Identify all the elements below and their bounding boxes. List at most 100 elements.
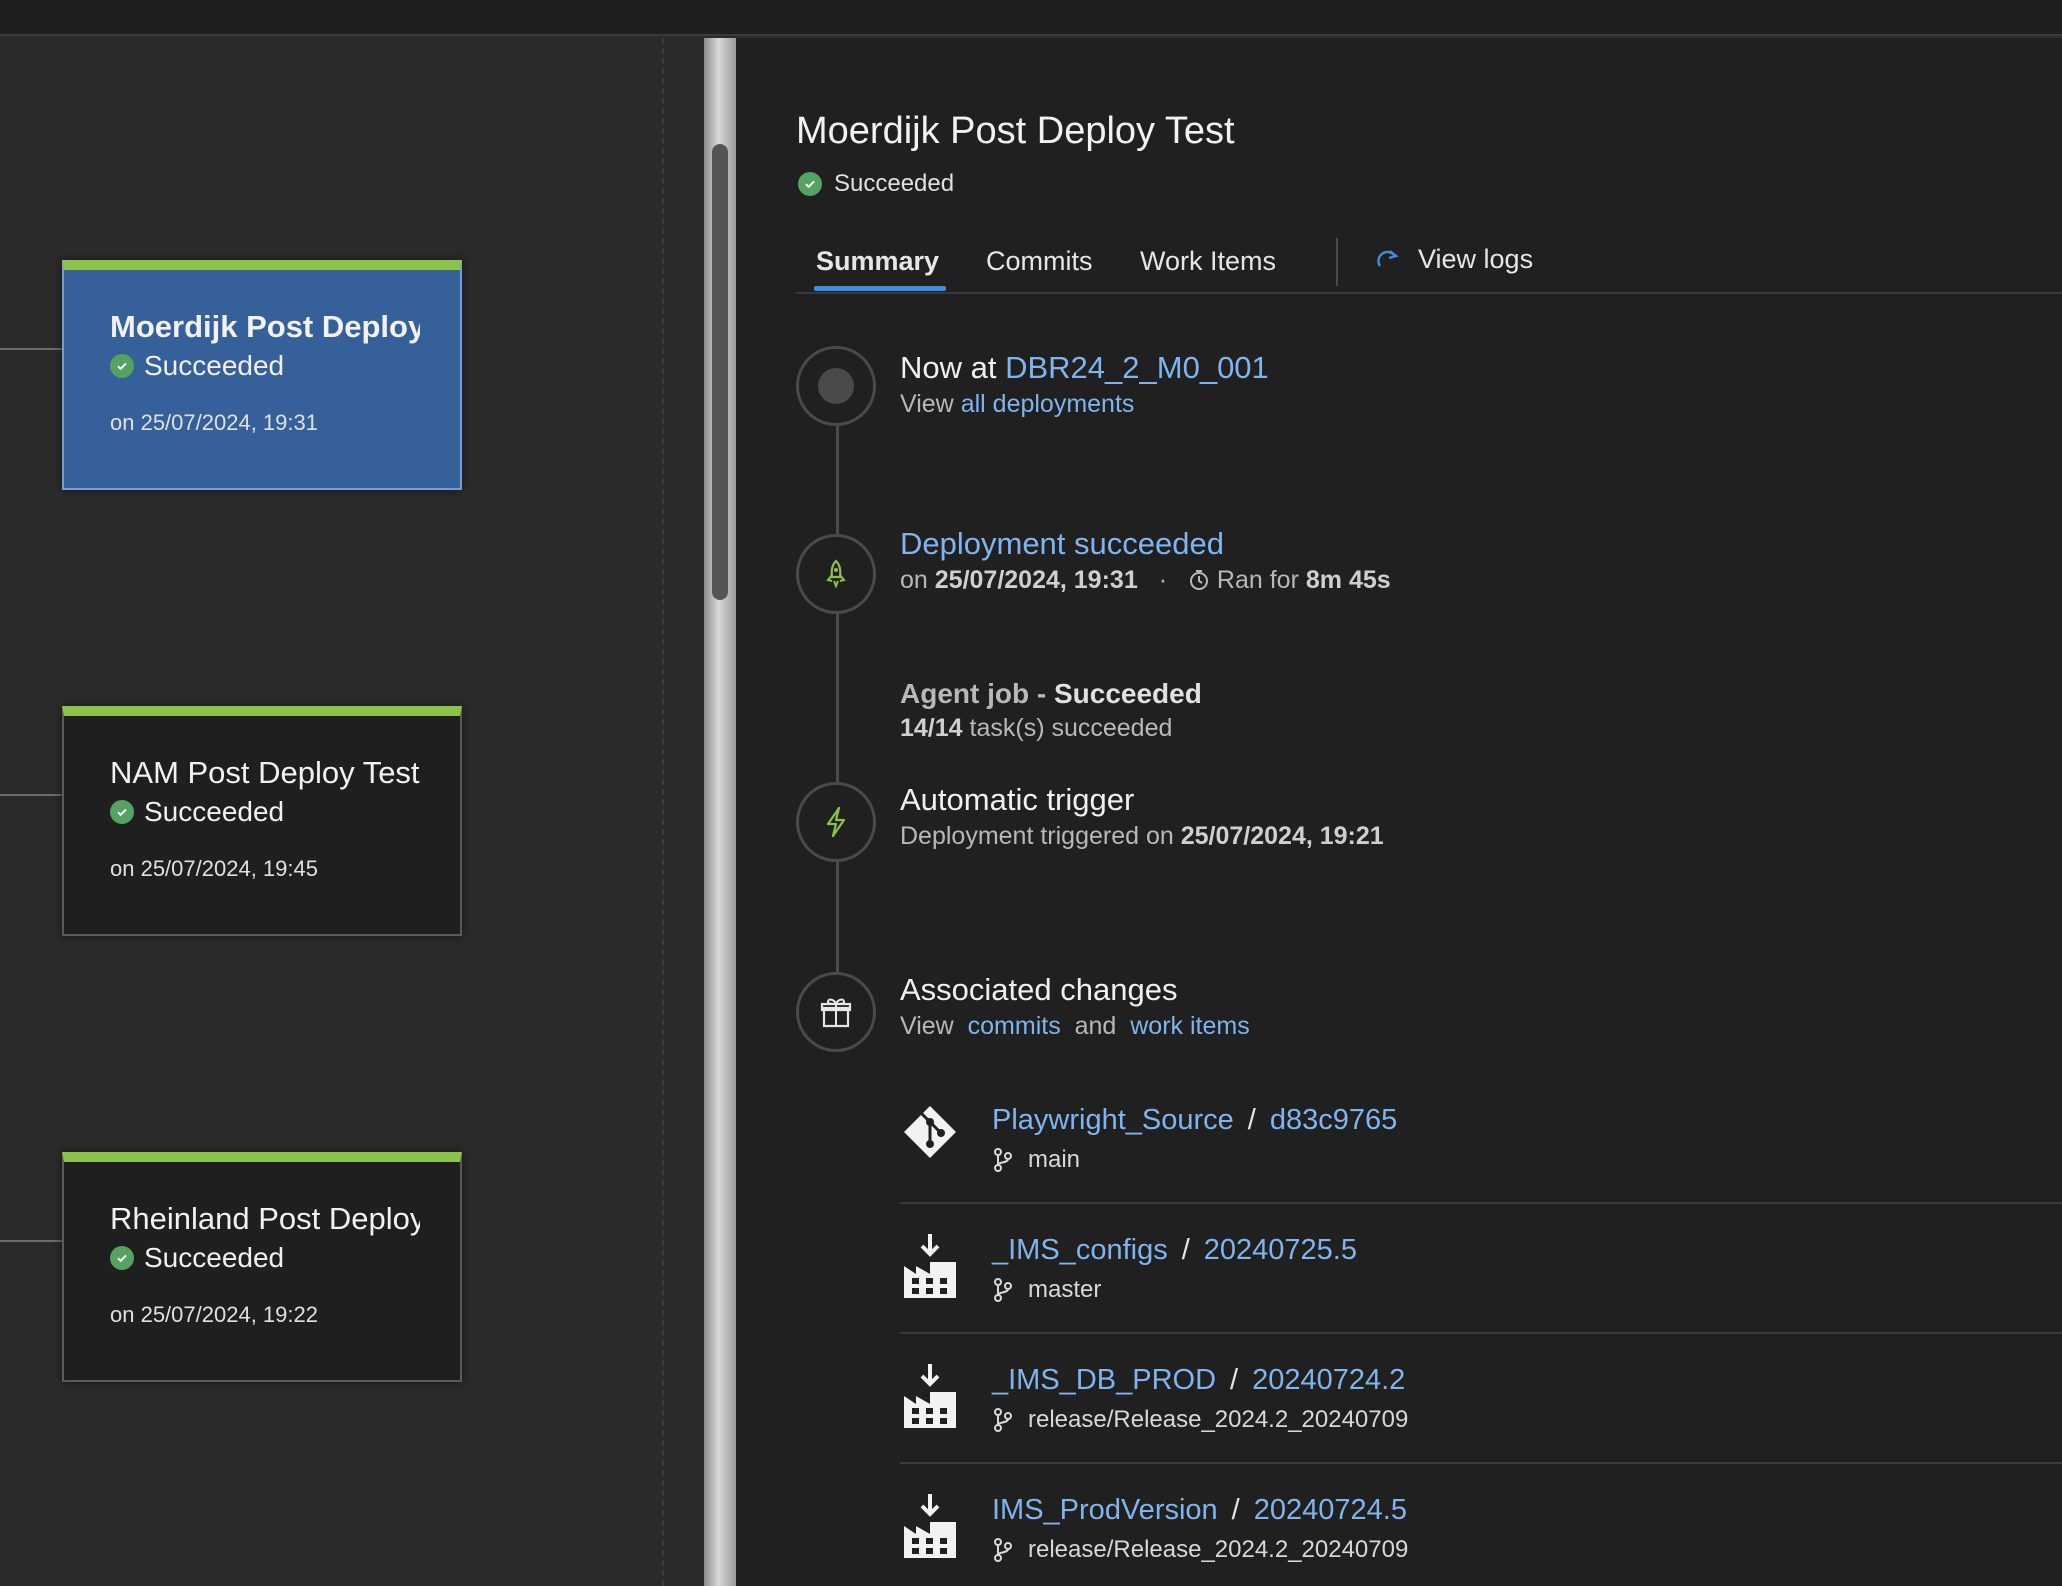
current-dot-icon: [818, 368, 854, 404]
branch-icon: [994, 1278, 1012, 1302]
artifact-version-link[interactable]: d83c9765: [1270, 1104, 1397, 1136]
stage-card-rheinland[interactable]: Rheinland Post Deploy Test Succeeded on …: [62, 1152, 462, 1382]
artifact-branch: release/Release_2024.2_20240709: [1028, 1536, 1409, 1563]
timeline-line: [836, 418, 839, 1018]
artifact-name-link[interactable]: IMS_ProdVersion: [992, 1494, 1218, 1526]
success-check-icon: [110, 1246, 134, 1270]
timeline-node-trigger: [796, 782, 876, 862]
stage-title: NAM Post Deploy Test: [110, 755, 420, 790]
panel-status: Succeeded: [798, 170, 954, 198]
work-items-link[interactable]: work items: [1130, 1012, 1249, 1040]
timeline-node-now: [796, 346, 876, 426]
branch-icon: [994, 1538, 1012, 1562]
deployment-title-link[interactable]: Deployment succeeded: [900, 526, 1391, 562]
redo-arrow-icon: [1377, 249, 1399, 267]
stage-connector: [0, 1240, 62, 1242]
stage-connector: [0, 348, 62, 350]
branch-icon: [994, 1148, 1012, 1172]
artifact-version-link[interactable]: 20240724.5: [1254, 1494, 1407, 1526]
stage-status-label: Succeeded: [144, 350, 285, 381]
stage-status: Succeeded: [110, 1242, 416, 1274]
artifact-branch: master: [1028, 1276, 1102, 1303]
stage-card-moerdijk[interactable]: Moerdijk Post Deploy Test Succeeded on 2…: [62, 260, 462, 490]
lightning-icon: [826, 806, 846, 838]
pipeline-canvas: Moerdijk Post Deploy Test Succeeded on 2…: [0, 38, 704, 1586]
artifact-row: _IMS_DB_PROD/20240724.2 release/Release_…: [900, 1334, 2062, 1464]
view-label: View: [900, 390, 954, 418]
success-check-icon: [110, 800, 134, 824]
timer-icon: [1189, 570, 1208, 590]
scrollbar-thumb[interactable]: [712, 144, 728, 600]
top-bar: [0, 0, 2062, 36]
all-deployments-link[interactable]: all deployments: [961, 390, 1135, 418]
success-check-icon: [798, 172, 822, 196]
timeline-node-changes: [796, 972, 876, 1052]
artifact-branch: release/Release_2024.2_20240709: [1028, 1406, 1409, 1433]
tab-summary[interactable]: Summary: [816, 246, 939, 277]
trigger-title: Automatic trigger: [900, 782, 1135, 817]
view-logs-label: View logs: [1418, 244, 1534, 274]
artifact-row: Playwright_Source / d83c9765 main: [900, 1074, 2062, 1204]
on-label: on: [900, 566, 928, 594]
view-label: View: [900, 1012, 954, 1040]
stage-date: on 25/07/2024, 19:45: [110, 856, 318, 881]
canvas-divider: [662, 38, 664, 1586]
stage-details-panel: Moerdijk Post Deploy Test Succeeded Summ…: [736, 38, 2062, 1586]
tab-work-items[interactable]: Work Items: [1140, 246, 1276, 277]
timeline-node-deployment: [796, 534, 876, 614]
stage-status: Succeeded: [110, 796, 416, 828]
build-artifact-icon: [904, 1364, 956, 1428]
deployment-section: Deployment succeeded on 25/07/2024, 19:3…: [900, 526, 1391, 594]
stage-status-label: Succeeded: [144, 1242, 285, 1273]
tab-separator: [1336, 238, 1338, 286]
ran-for-label: Ran for: [1216, 566, 1299, 594]
rocket-icon: [826, 559, 846, 589]
stage-title: Rheinland Post Deploy Test: [110, 1201, 420, 1236]
stage-status: Succeeded: [110, 350, 416, 382]
release-link[interactable]: DBR24_2_M0_001: [1005, 350, 1269, 385]
panel-status-label: Succeeded: [834, 170, 955, 197]
tab-bar: Summary Commits Work Items View logs: [796, 234, 2062, 294]
duration: 8m 45s: [1305, 566, 1391, 594]
artifact-version-link[interactable]: 20240725.5: [1204, 1234, 1357, 1266]
stage-date: on 25/07/2024, 19:31: [110, 410, 318, 435]
now-at-section: Now at DBR24_2_M0_001 View all deploymen…: [900, 350, 1269, 419]
changes-title: Associated changes: [900, 972, 1178, 1007]
artifact-branch: main: [1028, 1146, 1081, 1173]
agent-job-label: Agent job -: [900, 678, 1054, 709]
gift-icon: [820, 998, 852, 1028]
active-tab-indicator: [814, 286, 946, 291]
panel-title: Moerdijk Post Deploy Test: [796, 110, 1235, 152]
task-count: 14/14: [900, 714, 963, 742]
stage-status-label: Succeeded: [144, 796, 285, 827]
branch-icon: [994, 1408, 1012, 1432]
view-logs-button[interactable]: View logs: [1374, 244, 1533, 275]
stage-card-nam[interactable]: NAM Post Deploy Test Succeeded on 25/07/…: [62, 706, 462, 936]
artifact-row: IMS_ProdVersion/20240724.5 release/Relea…: [900, 1464, 2062, 1586]
agent-job-section[interactable]: Agent job - Succeeded 14/14 task(s) succ…: [900, 678, 1202, 743]
trigger-date: 25/07/2024, 19:21: [1180, 822, 1384, 850]
now-at-label: Now at: [900, 350, 997, 385]
tab-commits[interactable]: Commits: [986, 246, 1093, 277]
artifact-name-link[interactable]: _IMS_DB_PROD: [992, 1364, 1216, 1396]
trigger-prefix: Deployment triggered on: [900, 822, 1174, 850]
artifact-name-link[interactable]: Playwright_Source: [992, 1104, 1234, 1136]
build-artifact-icon: [904, 1234, 956, 1298]
and-label: and: [1074, 1012, 1117, 1040]
artifact-row: _IMS_configs/20240725.5 master: [900, 1204, 2062, 1334]
agent-job-status: Succeeded: [1053, 678, 1202, 709]
stage-title: Moerdijk Post Deploy Test: [110, 309, 420, 344]
task-count-suffix: task(s) succeeded: [969, 714, 1173, 742]
success-check-icon: [110, 354, 134, 378]
artifact-version-link[interactable]: 20240724.2: [1252, 1364, 1405, 1396]
trigger-section: Automatic trigger Deployment triggered o…: [900, 782, 1384, 851]
stage-date: on 25/07/2024, 19:22: [110, 1302, 318, 1327]
changes-section: Associated changes View commits and work…: [900, 972, 1250, 1041]
build-artifact-icon: [904, 1494, 956, 1558]
stage-connector: [0, 794, 62, 796]
artifact-name-link[interactable]: _IMS_configs: [992, 1234, 1168, 1266]
deployment-date: 25/07/2024, 19:31: [934, 566, 1138, 594]
commits-link[interactable]: commits: [968, 1012, 1061, 1040]
git-icon: [904, 1106, 956, 1158]
panel-splitter[interactable]: [704, 38, 736, 1586]
